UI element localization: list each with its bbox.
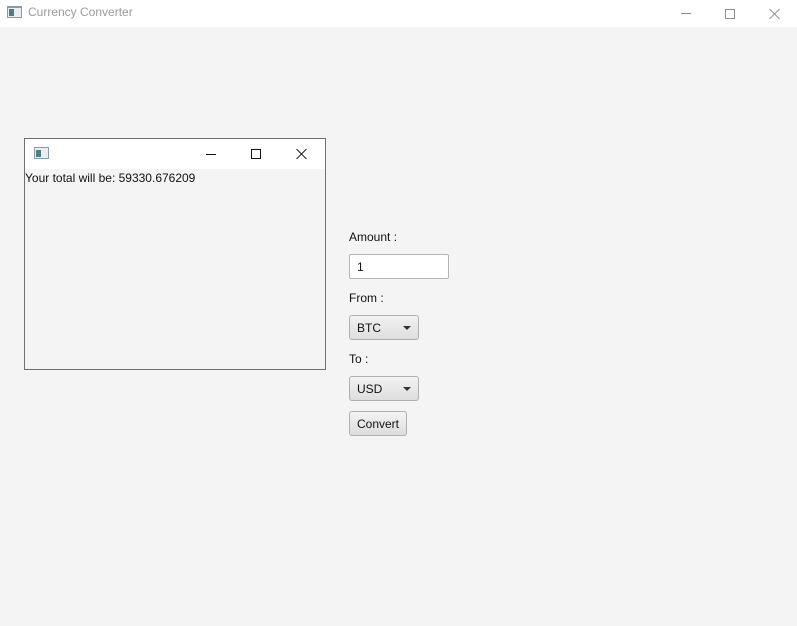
- close-icon: [296, 148, 308, 160]
- minimize-button[interactable]: [663, 0, 709, 27]
- main-window: Currency Converter Your total will be: 5…: [0, 0, 797, 626]
- maximize-icon: [251, 149, 261, 159]
- maximize-button[interactable]: [707, 0, 753, 27]
- popup-minimize-button[interactable]: [188, 139, 234, 169]
- popup-title-bar[interactable]: [25, 139, 325, 169]
- popup-close-button[interactable]: [279, 139, 325, 169]
- chevron-down-icon: [403, 326, 411, 330]
- close-icon: [769, 8, 781, 20]
- minimize-icon: [681, 13, 691, 14]
- from-label: From :: [349, 291, 384, 305]
- convert-button[interactable]: Convert: [349, 411, 407, 436]
- to-label: To :: [349, 352, 369, 366]
- popup-app-icon: [34, 147, 49, 159]
- popup-maximize-button[interactable]: [233, 139, 279, 169]
- close-button[interactable]: [752, 0, 797, 27]
- app-icon: [7, 6, 22, 18]
- minimize-icon: [206, 153, 216, 155]
- from-currency-value: BTC: [357, 321, 381, 335]
- to-currency-value: USD: [357, 382, 383, 396]
- title-bar[interactable]: Currency Converter: [0, 0, 797, 27]
- amount-label: Amount :: [349, 230, 398, 244]
- from-currency-select[interactable]: BTC: [349, 315, 419, 340]
- amount-input[interactable]: [349, 254, 449, 279]
- maximize-icon: [725, 8, 735, 19]
- to-currency-select[interactable]: USD: [349, 376, 419, 401]
- result-popup-window: Your total will be: 59330.676209: [24, 138, 326, 370]
- window-title: Currency Converter: [28, 5, 133, 19]
- chevron-down-icon: [403, 387, 411, 391]
- result-text: Your total will be: 59330.676209: [25, 171, 196, 185]
